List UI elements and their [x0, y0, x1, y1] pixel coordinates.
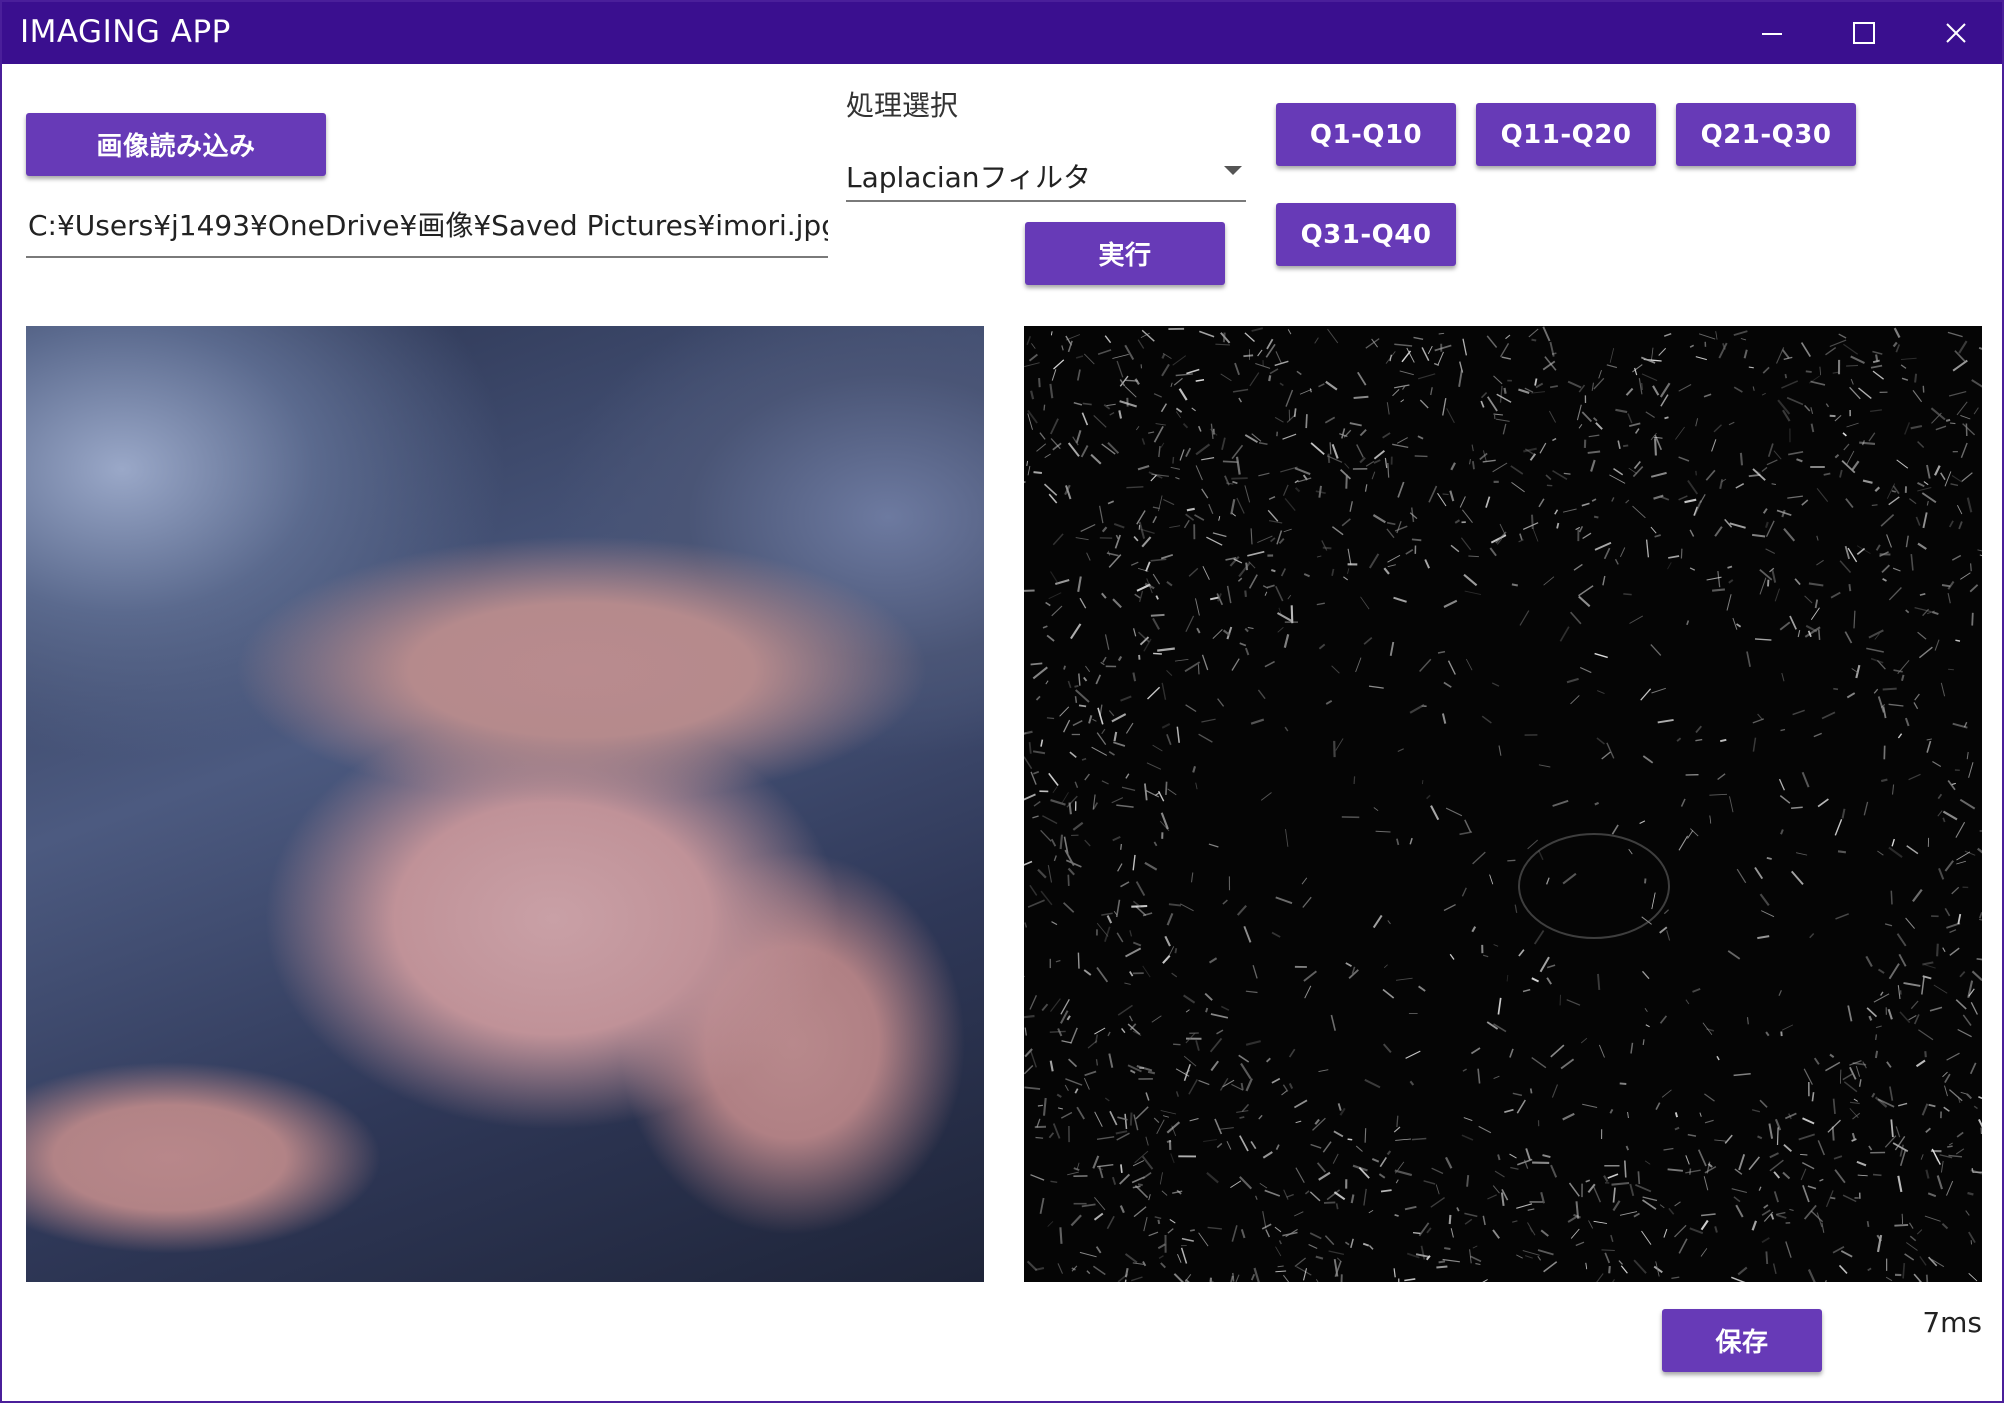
process-select-label: 処理選択 [846, 89, 959, 122]
result-image [1024, 326, 1982, 1282]
minimize-button[interactable] [1726, 2, 1818, 64]
elapsed-time: 7ms [1922, 1306, 1982, 1339]
q11-q20-button[interactable]: Q11-Q20 [1476, 103, 1656, 166]
q21-q30-button[interactable]: Q21-Q30 [1676, 103, 1856, 166]
window-title: IMAGING APP [20, 14, 231, 50]
maximize-button[interactable] [1818, 2, 1910, 64]
minimize-icon [1762, 33, 1782, 35]
run-button[interactable]: 実行 [1025, 222, 1225, 285]
edge-map [1024, 326, 1982, 1282]
source-image [26, 326, 984, 1282]
load-image-button[interactable]: 画像読み込み [26, 113, 326, 176]
process-select[interactable]: Laplacianフィルタ [846, 150, 1246, 202]
file-path-field[interactable]: C:¥Users¥j1493¥OneDrive¥画像¥Saved Picture… [26, 202, 828, 258]
process-select-value: Laplacianフィルタ [846, 161, 1091, 194]
maximize-icon [1853, 22, 1875, 44]
q31-q40-button[interactable]: Q31-Q40 [1276, 203, 1456, 266]
title-bar: IMAGING APP [2, 2, 2002, 64]
q1-q10-button[interactable]: Q1-Q10 [1276, 103, 1456, 166]
close-button[interactable] [1910, 2, 2002, 64]
app-window: IMAGING APP 画像読み込み C:¥Users¥j1493¥OneDri… [0, 0, 2004, 1403]
close-icon [1946, 23, 1966, 43]
dropdown-arrow-icon [1224, 166, 1242, 175]
save-button[interactable]: 保存 [1662, 1309, 1822, 1372]
